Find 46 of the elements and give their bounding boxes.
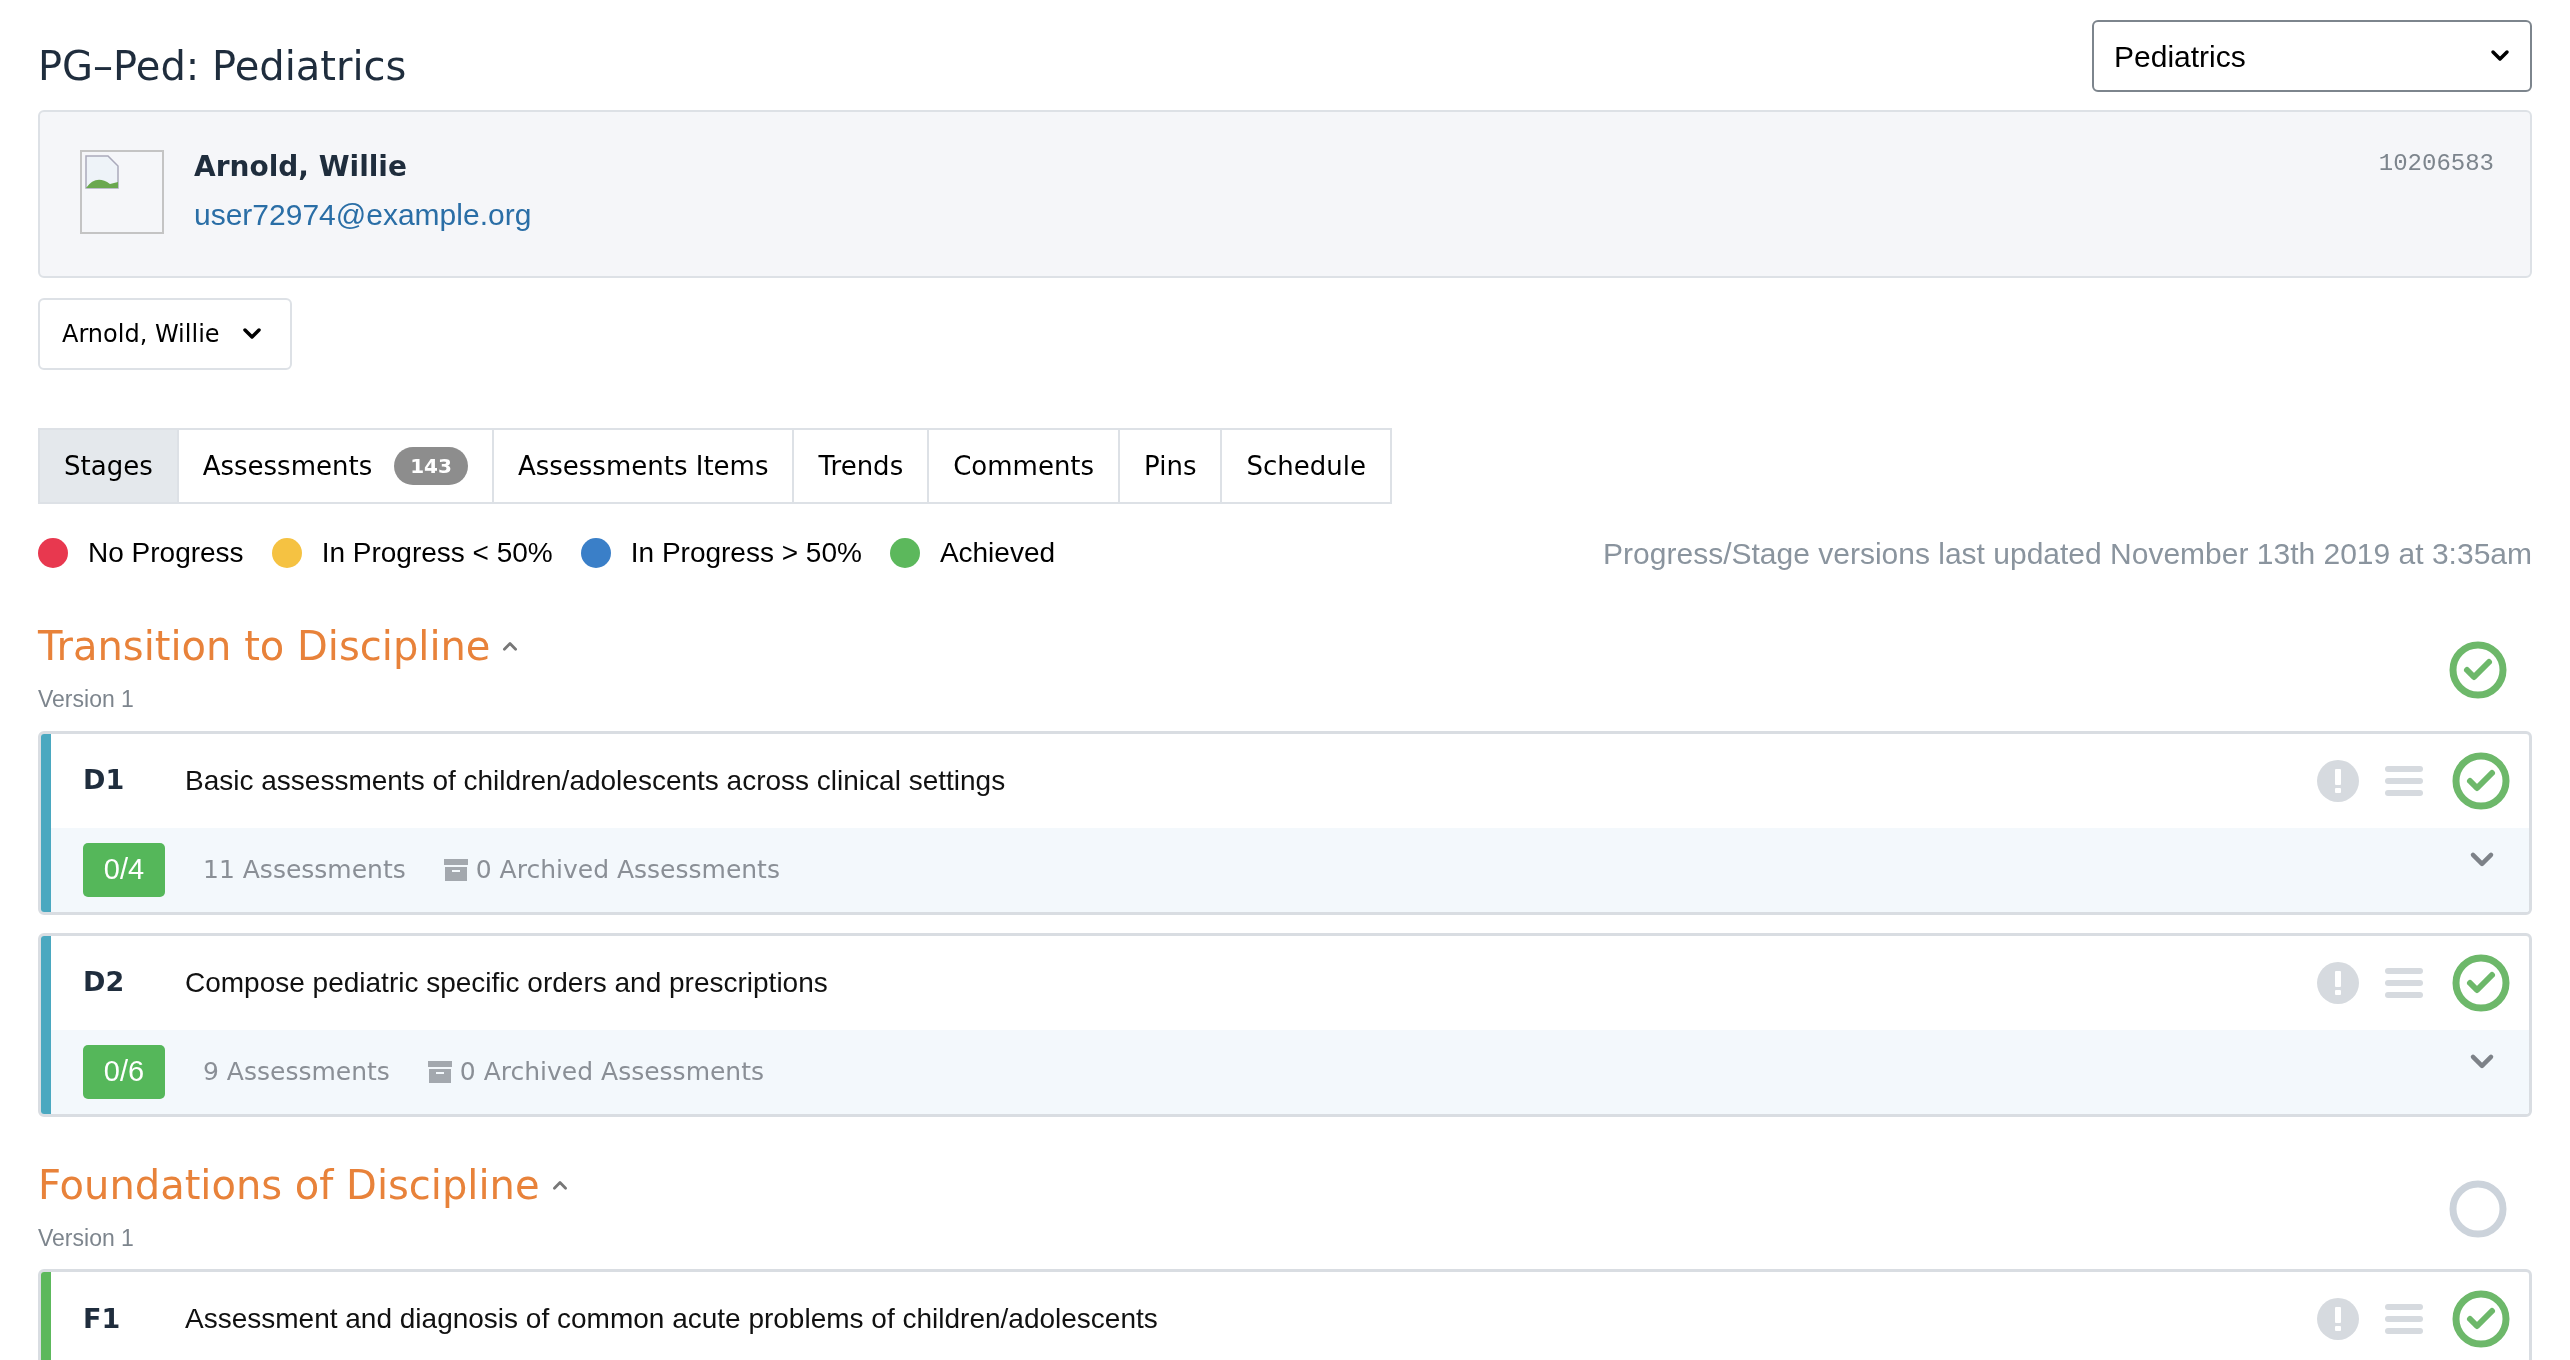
tab[interactable]: Schedule bbox=[1220, 428, 1392, 504]
legend-label: In Progress < 50% bbox=[321, 536, 553, 570]
tab[interactable]: Assessments Items bbox=[491, 428, 795, 504]
count-badge: 143 bbox=[394, 447, 468, 485]
caret-icon bbox=[502, 640, 519, 652]
exclamation-circle-icon[interactable] bbox=[2317, 759, 2359, 802]
tab[interactable]: Assessments 143 bbox=[176, 428, 494, 504]
menu-icon[interactable] bbox=[2385, 965, 2423, 1000]
competency-description: Compose pediatric specific orders and prescriptions bbox=[185, 965, 829, 1000]
chevron-icon bbox=[2490, 49, 2510, 63]
page-title: PG–Ped: Pediatrics bbox=[38, 42, 407, 91]
expand-toggle[interactable] bbox=[2469, 850, 2495, 869]
tab[interactable]: Pins bbox=[1118, 428, 1223, 504]
tab[interactable]: Stages bbox=[38, 428, 179, 504]
stage-version: Version 1 bbox=[38, 685, 135, 714]
profile-id: 10206583 bbox=[2378, 149, 2494, 179]
legend-label: No Progress bbox=[88, 536, 244, 570]
legend-label: In Progress > 50% bbox=[630, 536, 862, 570]
broken-image-icon bbox=[80, 150, 164, 234]
menu-icon[interactable] bbox=[2385, 763, 2423, 798]
profile-name: Arnold, Willie bbox=[194, 149, 408, 185]
profile-email[interactable]: user72974@example.org bbox=[194, 192, 532, 237]
chevron-icon bbox=[241, 327, 262, 341]
archive-icon bbox=[443, 858, 468, 881]
last-updated-text: Progress/Stage versions last updated November 13th 2019 at 3:35am bbox=[1603, 535, 2532, 572]
competency-description: Basic assessments of children/adolescents across clinical settings bbox=[185, 763, 1007, 798]
stage-version: Version 1 bbox=[38, 1223, 135, 1253]
legend-label: Achieved bbox=[939, 536, 1056, 570]
learner-select[interactable]: Arnold, Willie bbox=[38, 298, 292, 370]
menu-icon[interactable] bbox=[2385, 1302, 2423, 1336]
chevron-icon bbox=[2469, 850, 2495, 869]
progress-badge: 0/6 bbox=[83, 1044, 165, 1099]
competency-code: F1 bbox=[83, 1301, 122, 1336]
exclamation-circle-icon[interactable] bbox=[2317, 1298, 2359, 1340]
program-select[interactable]: Pediatrics bbox=[2092, 20, 2532, 92]
exclamation-circle-icon[interactable] bbox=[2317, 961, 2359, 1004]
competency-description: Assessment and diagnosis of common acute problems of children/adolescents bbox=[185, 1302, 1159, 1336]
expand-toggle[interactable] bbox=[2469, 1052, 2495, 1071]
progress-badge: 0/4 bbox=[83, 842, 165, 897]
competency-code: D2 bbox=[83, 965, 126, 1000]
competency-code: D1 bbox=[83, 763, 126, 798]
caret-icon bbox=[551, 1178, 568, 1191]
chevron-icon bbox=[2469, 1052, 2495, 1071]
tab[interactable]: Comments bbox=[927, 428, 1121, 504]
archive-icon bbox=[427, 1060, 452, 1083]
tab[interactable]: Trends bbox=[792, 428, 930, 504]
